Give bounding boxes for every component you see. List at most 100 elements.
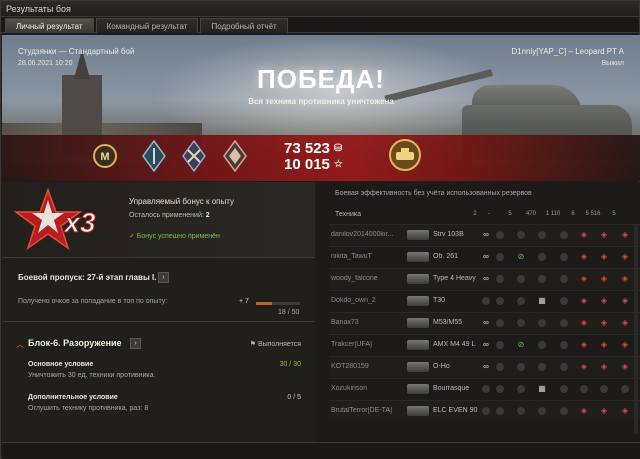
tank-icon [407,252,429,262]
dmg-icon[interactable]: ◈ [578,229,590,241]
tank-icon [407,384,429,394]
efficiency-scrollbar[interactable] [634,224,638,434]
assist-icon[interactable]: ⊘ [515,251,527,263]
efficiency-title: Боевая эффективность без учёта использов… [335,190,532,197]
dmg-icon[interactable]: ◈ [619,229,631,241]
empty-dot-icon [517,363,525,371]
dmg-icon[interactable]: ◈ [598,273,610,285]
efficiency-row[interactable]: KOT280159 О-Но ∞ ◈ ◈ ◈ [329,356,640,377]
battle-results-window: Результаты боя Личный результат Командны… [0,0,640,459]
tank-icon [407,362,429,372]
dmg-icon[interactable]: ◈ [619,273,631,285]
empty-dot-icon [538,275,546,283]
efficiency-row[interactable]: Banax73 M53/M55 ∞ ◈ ◈ ◈ [329,312,640,333]
assist-icon[interactable]: ⊘ [515,339,527,351]
empty-dot-icon [538,231,546,239]
efficiency-row[interactable]: danilov2014000kir... Strv 103B ∞ ◈ ◈ ◈ [329,224,640,245]
empty-dot-icon [517,297,525,305]
efficiency-row[interactable]: Trakcer[UFA] AMX M4 49 L ∞ ⊘ ◈ ◈ ◈ [329,334,640,355]
tank-icon [407,230,429,240]
efficiency-row[interactable]: BrutalTerror[DE-TA] ELC EVEN 90 ◈ ◈ ◈ [329,400,640,421]
efficiency-row[interactable]: Dokdo_own_2 T30 ▦ ◈ ◈ ◈ [329,290,640,311]
dmg-icon[interactable]: ◈ [619,405,631,417]
dmg-icon[interactable]: ◈ [598,405,610,417]
dmg-icon[interactable]: ◈ [578,317,590,329]
dmg-icon[interactable]: ◈ [619,251,631,263]
dmg-icon[interactable]: ◈ [619,295,631,307]
mastery-m-icon[interactable]: M [92,139,118,173]
column-header: 6 [571,211,575,217]
dmg-icon[interactable]: ◈ [619,339,631,351]
spot-icon[interactable]: ∞ [480,229,492,241]
efficiency-row[interactable]: Xozukinson Bourrasque ▦ [329,378,640,399]
credits-icon: ⛁ [333,143,343,154]
personal-progress-panel: x3 Управляемый бонус к опыту Осталось пр… [2,182,315,442]
dmg-icon[interactable]: ◈ [619,361,631,373]
dmg-icon[interactable]: ◈ [598,295,610,307]
medal-shield-icon[interactable] [141,139,167,173]
column-vehicle: Техника [335,211,362,218]
title-bar: Результаты боя [1,1,639,17]
tank-icon [407,274,429,284]
battle-result-title: ПОБЕДА! [257,64,385,94]
spot-icon[interactable]: ∞ [480,361,492,373]
player-vehicle-label: D1nniy[YAP_C] – Leopard PT A [511,47,624,56]
dmg-icon[interactable]: ◈ [578,295,590,307]
empty-dot-icon [517,231,525,239]
empty-dot-icon [560,341,568,349]
medal-crossed-icon[interactable] [181,139,207,173]
empty-dot-icon [496,341,504,349]
empty-dot-icon [482,297,490,305]
dmg-icon[interactable]: ◈ [578,405,590,417]
mission-open-button[interactable]: › [130,338,141,349]
svg-text:M: M [100,151,109,163]
medal-diamond-icon[interactable] [222,139,248,173]
spot-icon[interactable]: ∞ [480,339,492,351]
dmg-icon[interactable]: ◈ [578,273,590,285]
tab-personal[interactable]: Личный результат [5,18,94,33]
player-name: danilov2014000kir... [331,231,394,238]
empty-dot-icon [496,407,504,415]
extra-condition-desc: Оглушить технику противника, раз: 8 [28,405,149,412]
dmg-icon[interactable]: ◈ [598,229,610,241]
bonus-remaining: Осталось применений: 2 [129,212,210,219]
player-name: Trakcer[UFA] [331,341,372,348]
tab-team[interactable]: Командный результат [95,18,199,33]
efficiency-row[interactable]: nikita_TawuT Об. 261 ∞ ⊘ ◈ ◈ ◈ [329,246,640,267]
empty-dot-icon [482,407,490,415]
bonus-remaining-label: Осталось применений: [129,212,204,219]
empty-dot-icon [560,319,568,327]
dmg-icon[interactable]: ◈ [578,361,590,373]
dmg-icon[interactable]: ◈ [598,361,610,373]
chevron-up-icon[interactable]: ︿ [16,339,24,350]
spot-icon[interactable]: ∞ [480,251,492,263]
window-title: Результаты боя [6,3,71,14]
tab-detailed[interactable]: Подробный отчёт [200,18,288,33]
dmg-icon[interactable]: ◈ [619,317,631,329]
spot-icon[interactable]: ∞ [480,317,492,329]
dmg-icon[interactable]: ◈ [578,339,590,351]
battle-hero-banner: Студзянки — Стандартный бой 28.06.2021 1… [2,35,640,181]
spot-icon[interactable]: ∞ [480,273,492,285]
bonus-title: Управляемый бонус к опыту [129,197,234,206]
tank-icon [407,296,429,306]
main-condition-value: 30 / 30 [279,361,301,368]
tab-bar: Личный результат Командный результат Под… [1,17,639,33]
dmg-icon[interactable]: ◈ [598,251,610,263]
battle-pass-points-gain: + 7 [239,298,249,305]
efficiency-row[interactable]: woody_falcone Type 4 Heavy ∞ ◈ ◈ ◈ [329,268,640,289]
hit-icon[interactable]: ▦ [536,383,548,395]
map-mode-label: Студзянки — Стандартный бой [18,47,135,56]
battle-pass-open-button[interactable]: › [158,272,169,283]
battle-pass-progress-count: 18 / 50 [278,309,300,316]
extra-condition-title: Дополнительное условие [28,394,118,401]
dmg-icon[interactable]: ◈ [598,317,610,329]
hit-icon[interactable]: ▦ [536,295,548,307]
dmg-icon[interactable]: ◈ [578,251,590,263]
extra-condition-value: 0 / 5 [287,394,301,401]
empty-dot-icon [496,385,504,393]
tank-badge-icon[interactable] [388,137,422,173]
player-name: Banax73 [331,319,359,326]
dmg-icon[interactable]: ◈ [598,339,610,351]
mission-title: Блок-6. Разоружение [28,338,122,348]
